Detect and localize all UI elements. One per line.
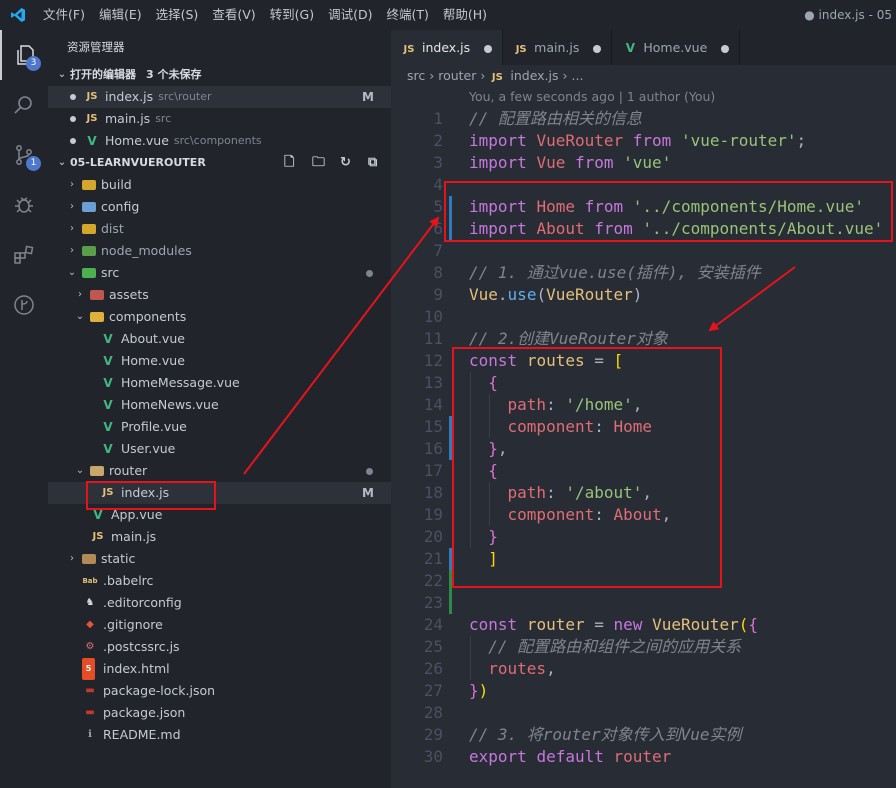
annotation-arrow (243, 216, 440, 475)
annotation-arrow (708, 266, 796, 332)
annotation-arrows (243, 216, 796, 475)
